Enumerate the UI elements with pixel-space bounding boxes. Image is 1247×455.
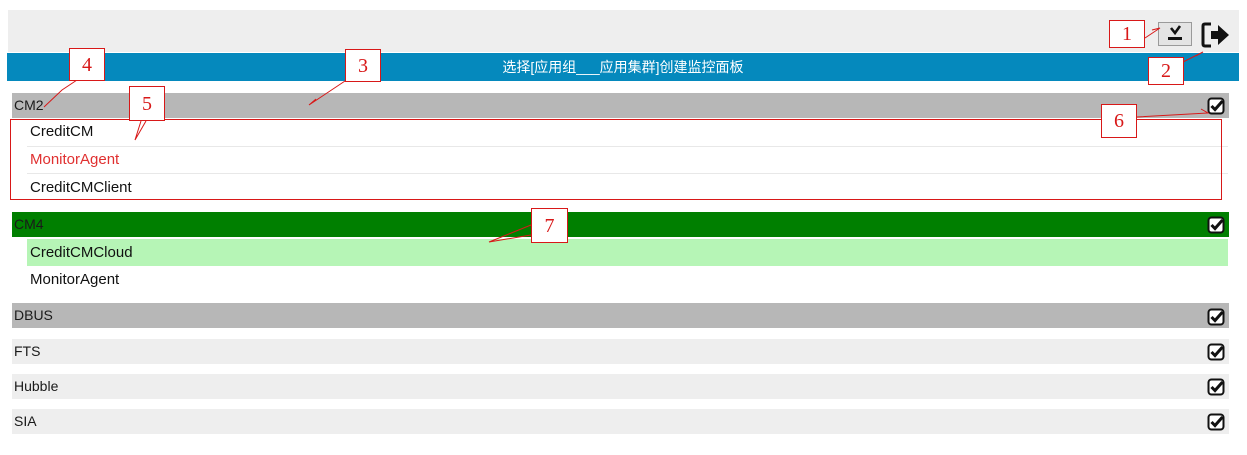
annotation-label: 2 <box>1148 57 1184 85</box>
export-button[interactable] <box>1158 22 1192 46</box>
group-row-cm4[interactable]: CM4 <box>12 212 1229 237</box>
group-row-hubble[interactable]: Hubble <box>12 374 1229 399</box>
checkbox-checked-icon[interactable] <box>1207 343 1225 361</box>
group-label: CM2 <box>14 97 44 113</box>
checkbox-checked-icon[interactable] <box>1207 216 1225 234</box>
group-row-fts[interactable]: FTS <box>12 339 1229 364</box>
logout-arrow-icon <box>1201 22 1229 48</box>
group-row-dbus[interactable]: DBUS <box>12 303 1229 328</box>
annotation-frame <box>10 119 1222 200</box>
logout-button[interactable] <box>1200 20 1232 50</box>
group-label: FTS <box>14 343 41 359</box>
annotation-label: 6 <box>1101 104 1137 138</box>
annotation-label: 5 <box>129 86 165 121</box>
list-item[interactable]: MonitorAgent <box>27 266 1228 293</box>
annotation-label: 1 <box>1109 20 1145 48</box>
group-row-cm2[interactable]: CM2 <box>12 93 1229 118</box>
download-icon <box>1168 25 1182 40</box>
checkbox-checked-icon[interactable] <box>1207 97 1225 115</box>
annotation-label: 4 <box>69 48 105 81</box>
checkbox-checked-icon[interactable] <box>1207 413 1225 431</box>
group-label: SIA <box>14 413 37 429</box>
group-label: DBUS <box>14 307 53 323</box>
panel-title: 选择[应用组___应用集群]创建监控面板 <box>7 53 1239 81</box>
list-item[interactable]: CreditCMCloud <box>27 239 1228 266</box>
toolbar <box>8 10 1239 52</box>
group-row-sia[interactable]: SIA <box>12 409 1229 434</box>
checkbox-checked-icon[interactable] <box>1207 378 1225 396</box>
annotation-label: 7 <box>531 208 568 243</box>
annotation-label: 3 <box>345 49 381 82</box>
group-label: CM4 <box>14 216 44 232</box>
checkbox-checked-icon[interactable] <box>1207 308 1225 326</box>
group-label: Hubble <box>14 378 59 394</box>
